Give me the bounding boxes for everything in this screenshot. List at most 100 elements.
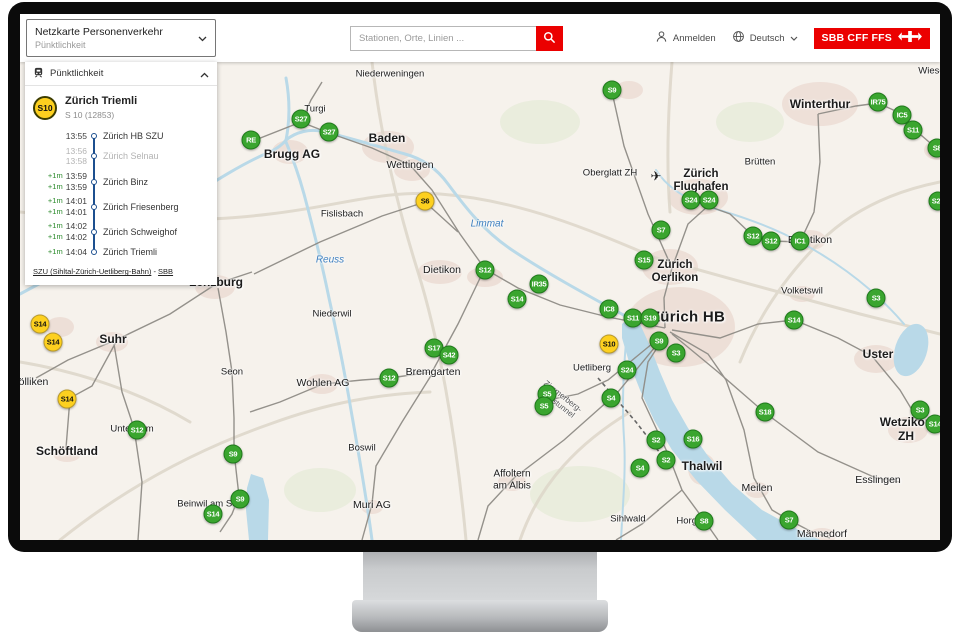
- user-icon: [655, 30, 668, 46]
- train-position-badge[interactable]: S12: [744, 227, 763, 246]
- train-position-badge[interactable]: S2: [647, 431, 666, 450]
- stop-name: Zürich Schweighof: [101, 227, 209, 237]
- train-position-badge[interactable]: S3: [867, 289, 886, 308]
- stop-row: +1m14:04Zürich Triemli: [33, 245, 209, 260]
- train-position-badge[interactable]: S24: [700, 191, 719, 210]
- train-position-badge[interactable]: S26: [929, 192, 941, 211]
- train-position-badge[interactable]: S14: [785, 311, 804, 330]
- panel-header[interactable]: Pünktlichkeit: [25, 62, 217, 86]
- train-position-badge[interactable]: S14: [31, 315, 50, 334]
- stop-row: 13:55Zürich HB SZU: [33, 129, 209, 144]
- login-label: Anmelden: [673, 33, 716, 44]
- train-position-badge[interactable]: S27: [292, 110, 311, 129]
- screen: NiederweningenTurgiBadenBrugg AGWettinge…: [20, 14, 940, 540]
- train-position-badge[interactable]: S19: [641, 309, 660, 328]
- train-position-badge[interactable]: S5: [535, 397, 554, 416]
- monitor-stand-base: [352, 600, 608, 632]
- train-position-badge[interactable]: S14: [204, 505, 223, 524]
- layer-dropdown-subtitle: Pünktlichkeit: [35, 40, 198, 50]
- stop-dot-icon: [91, 153, 97, 159]
- layer-dropdown[interactable]: Netzkarte Personenverkehr Pünktlichkeit: [26, 19, 216, 57]
- train-position-badge[interactable]: S14: [44, 333, 63, 352]
- train-position-badge[interactable]: S7: [780, 511, 799, 530]
- train-position-badge[interactable]: S4: [602, 389, 621, 408]
- stop-dot-icon: [91, 229, 97, 235]
- train-position-badge[interactable]: S9: [231, 490, 250, 509]
- train-position-badge[interactable]: S6: [416, 192, 435, 211]
- train-icon: [33, 65, 44, 83]
- train-position-badge[interactable]: S10: [600, 335, 619, 354]
- train-position-badge[interactable]: S42: [440, 346, 459, 365]
- train-position-badge[interactable]: RE: [242, 131, 261, 150]
- train-position-badge[interactable]: S9: [650, 332, 669, 351]
- panel-title: Pünktlichkeit: [50, 68, 194, 79]
- language-selector[interactable]: Deutsch: [732, 30, 798, 46]
- train-position-badge[interactable]: S18: [756, 403, 775, 422]
- stop-name: Zürich HB SZU: [101, 131, 209, 141]
- stop-name: Zürich Triemli: [101, 247, 209, 257]
- stop-dot-icon: [91, 204, 97, 210]
- search-icon: [543, 31, 556, 47]
- stop-row: 13:5613:58Zürich Selnau: [33, 144, 209, 169]
- stop-row: +1m14:01+1m14:01Zürich Friesenberg: [33, 194, 209, 219]
- chevron-down-icon: [198, 29, 207, 47]
- train-position-badge[interactable]: S27: [320, 123, 339, 142]
- train-position-badge[interactable]: S9: [224, 445, 243, 464]
- monitor-stand-neck: [363, 552, 597, 600]
- sbb-link[interactable]: SBB: [158, 267, 173, 276]
- stop-dot-icon: [91, 133, 97, 139]
- train-position-badge[interactable]: S15: [635, 251, 654, 270]
- punctuality-panel: Pünktlichkeit S10 Zürich Triemli S 10 (1…: [25, 62, 217, 285]
- sbb-logo[interactable]: SBB CFF FFS: [814, 28, 930, 49]
- sbb-logo-text: SBB CFF FFS: [822, 32, 892, 44]
- train-position-badge[interactable]: S11: [904, 121, 923, 140]
- stop-name: Zürich Friesenberg: [101, 202, 209, 212]
- search-button[interactable]: [536, 26, 563, 51]
- train-position-badge[interactable]: S2: [657, 451, 676, 470]
- search-bar: [350, 26, 563, 51]
- login-button[interactable]: Anmelden: [655, 30, 716, 46]
- train-position-badge[interactable]: S14: [508, 290, 527, 309]
- train-position-badge[interactable]: S24: [682, 191, 701, 210]
- train-position-badge[interactable]: S12: [380, 369, 399, 388]
- train-position-badge[interactable]: IC1: [791, 232, 810, 251]
- train-position-badge[interactable]: IR75: [869, 93, 888, 112]
- stop-row: +1m14:02+1m14:02Zürich Schweighof: [33, 219, 209, 244]
- chevron-up-icon[interactable]: [200, 65, 209, 83]
- train-position-badge[interactable]: S3: [911, 401, 930, 420]
- train-position-badge[interactable]: S14: [926, 415, 941, 434]
- train-name: Zürich Triemli: [65, 95, 137, 107]
- train-position-badge[interactable]: S9: [603, 81, 622, 100]
- stop-dot-icon: [91, 249, 97, 255]
- train-summary: S10 Zürich Triemli S 10 (12853): [25, 86, 217, 124]
- search-input[interactable]: [350, 26, 536, 51]
- train-position-badge[interactable]: S12: [476, 261, 495, 280]
- train-position-badge[interactable]: S16: [684, 430, 703, 449]
- stop-name: Zürich Binz: [101, 177, 209, 187]
- language-label: Deutsch: [750, 33, 785, 44]
- train-position-badge[interactable]: S12: [762, 232, 781, 251]
- train-position-badge[interactable]: S14: [58, 390, 77, 409]
- operator-link[interactable]: SZU (Sihltal-Zürich-Uetliberg-Bahn): [33, 267, 151, 276]
- train-line-badge: S10: [33, 96, 57, 120]
- sbb-double-arrow-icon: [898, 31, 922, 45]
- train-position-badge[interactable]: S8: [928, 139, 941, 158]
- train-position-badge[interactable]: S12: [128, 421, 147, 440]
- train-position-badge[interactable]: S3: [667, 344, 686, 363]
- train-position-badge[interactable]: IC8: [600, 300, 619, 319]
- monitor-bezel: NiederweningenTurgiBadenBrugg AGWettinge…: [8, 2, 952, 552]
- chevron-down-icon: [790, 36, 798, 41]
- globe-icon: [732, 30, 745, 46]
- panel-footer: SZU (Sihltal-Zürich-Uetliberg-Bahn) - SB…: [25, 261, 217, 285]
- layer-dropdown-title: Netzkarte Personenverkehr: [35, 26, 198, 38]
- train-position-badge[interactable]: S8: [695, 512, 714, 531]
- train-position-badge[interactable]: S24: [618, 361, 637, 380]
- stop-name: Zürich Selnau: [101, 151, 209, 161]
- stop-dot-icon: [91, 179, 97, 185]
- train-position-badge[interactable]: S4: [631, 459, 650, 478]
- stop-row: +1m13:59+1m13:59Zürich Binz: [33, 169, 209, 194]
- header: Netzkarte Personenverkehr Pünktlichkeit: [20, 14, 940, 62]
- stop-list: 13:55Zürich HB SZU13:5613:58Zürich Selna…: [25, 124, 217, 261]
- train-position-badge[interactable]: S7: [652, 221, 671, 240]
- train-position-badge[interactable]: IR35: [530, 275, 549, 294]
